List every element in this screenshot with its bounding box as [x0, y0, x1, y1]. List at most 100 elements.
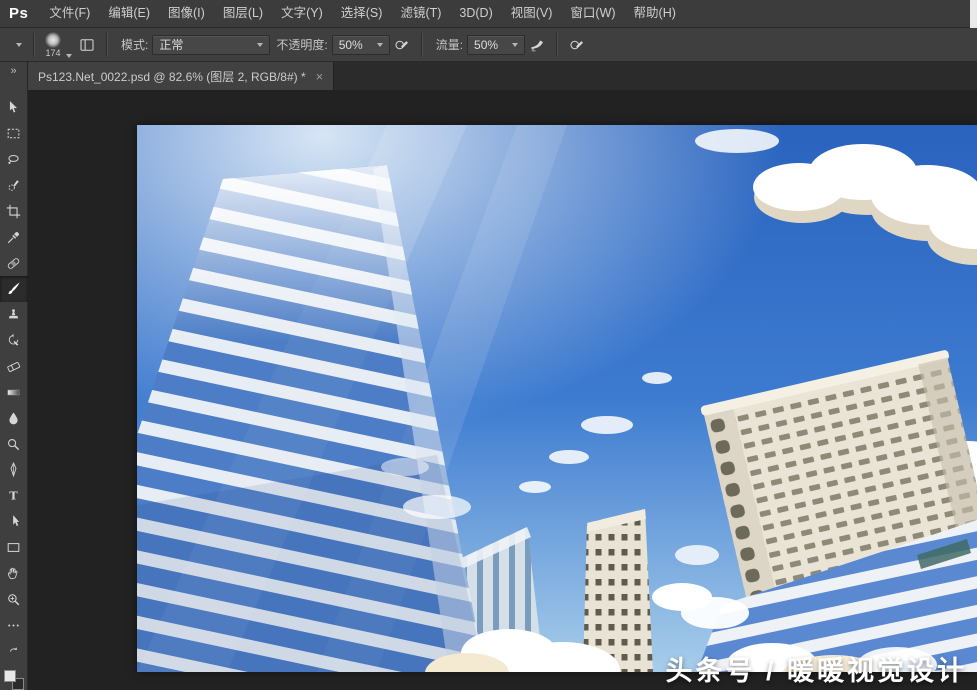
menu-item-edit[interactable]: 编辑(E) — [99, 0, 159, 28]
document-tab-bar: » Ps123.Net_0022.psd @ 82.6% (图层 2, RGB/… — [0, 62, 977, 90]
rectangle-tool[interactable] — [0, 535, 28, 561]
photoshop-window: Ps 文件(F) 编辑(E) 图像(I) 图层(L) 文字(Y) 选择(S) 滤… — [0, 0, 977, 690]
brush-tool-icon — [5, 280, 22, 297]
flow-value: 50% — [474, 38, 503, 52]
pen-tool[interactable] — [0, 457, 28, 483]
svg-text:T: T — [9, 489, 18, 503]
canvas-area[interactable]: 头条号 / 暖暖视觉设计 — [28, 90, 977, 690]
mode-label: 模式: — [121, 36, 148, 53]
foreground-color-swatch[interactable] — [4, 670, 16, 682]
menu-item-file[interactable]: 文件(F) — [40, 0, 99, 28]
tool-preset-picker[interactable] — [6, 41, 26, 49]
lasso-tool-icon — [5, 151, 22, 168]
path-selection-tool-icon — [5, 513, 22, 530]
separator — [33, 33, 35, 57]
skyscrapers-illustration — [137, 125, 977, 672]
spot-healing-brush-tool[interactable] — [0, 250, 28, 276]
zoom-tool-icon — [5, 591, 22, 608]
brush-tip-preview — [45, 32, 61, 48]
separator — [421, 33, 423, 57]
chevron-down-icon — [512, 43, 518, 47]
menu-item-help[interactable]: 帮助(H) — [625, 0, 685, 28]
menu-item-select[interactable]: 选择(S) — [332, 0, 392, 28]
brush-tool[interactable] — [0, 276, 28, 302]
toolbar-collapse-button[interactable]: » — [0, 62, 28, 90]
gradient-tool-icon — [5, 384, 22, 401]
hand-tool-icon — [5, 565, 22, 582]
history-brush-tool[interactable] — [0, 328, 28, 354]
options-bar: 174 模式: 正常 不透明度: 50% 流量: 50% — [0, 28, 977, 62]
pen-pressure-icon — [568, 36, 586, 54]
hand-tool[interactable] — [0, 560, 28, 586]
flow-dropdown[interactable]: 50% — [467, 35, 525, 55]
opacity-pressure-button[interactable] — [390, 33, 414, 57]
brush-picker[interactable]: 174 — [42, 31, 75, 59]
color-swatches[interactable] — [4, 670, 24, 690]
blur-tool[interactable] — [0, 405, 28, 431]
document-tab[interactable]: Ps123.Net_0022.psd @ 82.6% (图层 2, RGB/8#… — [28, 62, 334, 90]
eraser-tool[interactable] — [0, 354, 28, 380]
menu-item-layer[interactable]: 图层(L) — [214, 0, 272, 28]
chevron-down-icon — [257, 43, 263, 47]
ellipsis-icon — [5, 617, 22, 634]
toggle-brush-panel-button[interactable] — [75, 33, 99, 57]
opacity-value: 50% — [339, 38, 368, 52]
menu-item-window[interactable]: 窗口(W) — [561, 0, 624, 28]
edit-toolbar-button[interactable] — [0, 612, 28, 638]
type-tool-icon: T — [5, 487, 22, 504]
flow-label: 流量: — [436, 36, 463, 53]
dodge-tool[interactable] — [0, 431, 28, 457]
opacity-dropdown[interactable]: 50% — [332, 35, 390, 55]
flow-pressure-button[interactable] — [565, 33, 589, 57]
separator — [556, 33, 558, 57]
tab-close-icon[interactable]: × — [316, 70, 324, 83]
airbrush-icon — [528, 36, 546, 54]
opacity-label: 不透明度: — [276, 36, 327, 53]
swap-colors-icon — [7, 644, 20, 657]
healing-brush-tool-icon — [5, 255, 22, 272]
separator — [106, 33, 108, 57]
document-image[interactable] — [137, 125, 977, 672]
document-tab-title: Ps123.Net_0022.psd @ 82.6% (图层 2, RGB/8#… — [38, 68, 306, 85]
eyedropper-tool-icon — [5, 229, 22, 246]
chevron-down-icon — [16, 43, 22, 47]
rectangular-marquee-tool[interactable] — [0, 121, 28, 147]
pen-pressure-icon — [393, 36, 411, 54]
menu-item-view[interactable]: 视图(V) — [502, 0, 562, 28]
crop-tool-icon — [5, 203, 22, 220]
blur-tool-icon — [5, 410, 22, 427]
lasso-tool[interactable] — [0, 147, 28, 173]
quick-selection-tool-icon — [5, 177, 22, 194]
gradient-tool[interactable] — [0, 379, 28, 405]
clone-stamp-tool[interactable] — [0, 302, 28, 328]
eyedropper-tool[interactable] — [0, 224, 28, 250]
blend-mode-value: 正常 — [159, 36, 248, 53]
brush-size-value: 174 — [45, 49, 60, 58]
chevron-down-icon — [66, 54, 72, 58]
marquee-tool-icon — [5, 125, 22, 142]
move-tool[interactable] — [0, 95, 28, 121]
tools-panel: T — [0, 90, 28, 690]
ps-logo: Ps — [0, 5, 40, 22]
menu-bar: Ps 文件(F) 编辑(E) 图像(I) 图层(L) 文字(Y) 选择(S) 滤… — [0, 0, 977, 28]
menu-item-3d[interactable]: 3D(D) — [450, 0, 501, 28]
type-tool[interactable]: T — [0, 483, 28, 509]
menu-item-filter[interactable]: 滤镜(T) — [391, 0, 450, 28]
path-selection-tool[interactable] — [0, 509, 28, 535]
crop-tool[interactable] — [0, 198, 28, 224]
blend-mode-dropdown[interactable]: 正常 — [152, 35, 270, 55]
rectangle-tool-icon — [5, 539, 22, 556]
history-brush-tool-icon — [5, 332, 22, 349]
move-tool-icon — [5, 99, 22, 116]
zoom-tool[interactable] — [0, 586, 28, 612]
dodge-tool-icon — [5, 436, 22, 453]
clone-stamp-tool-icon — [5, 306, 22, 323]
menu-item-image[interactable]: 图像(I) — [159, 0, 214, 28]
menu-item-type[interactable]: 文字(Y) — [272, 0, 332, 28]
quick-selection-tool[interactable] — [0, 173, 28, 199]
brush-panel-icon — [78, 36, 96, 54]
eraser-tool-icon — [5, 358, 22, 375]
airbrush-button[interactable] — [525, 33, 549, 57]
pen-tool-icon — [5, 461, 22, 478]
swap-colors-button[interactable] — [7, 644, 20, 662]
